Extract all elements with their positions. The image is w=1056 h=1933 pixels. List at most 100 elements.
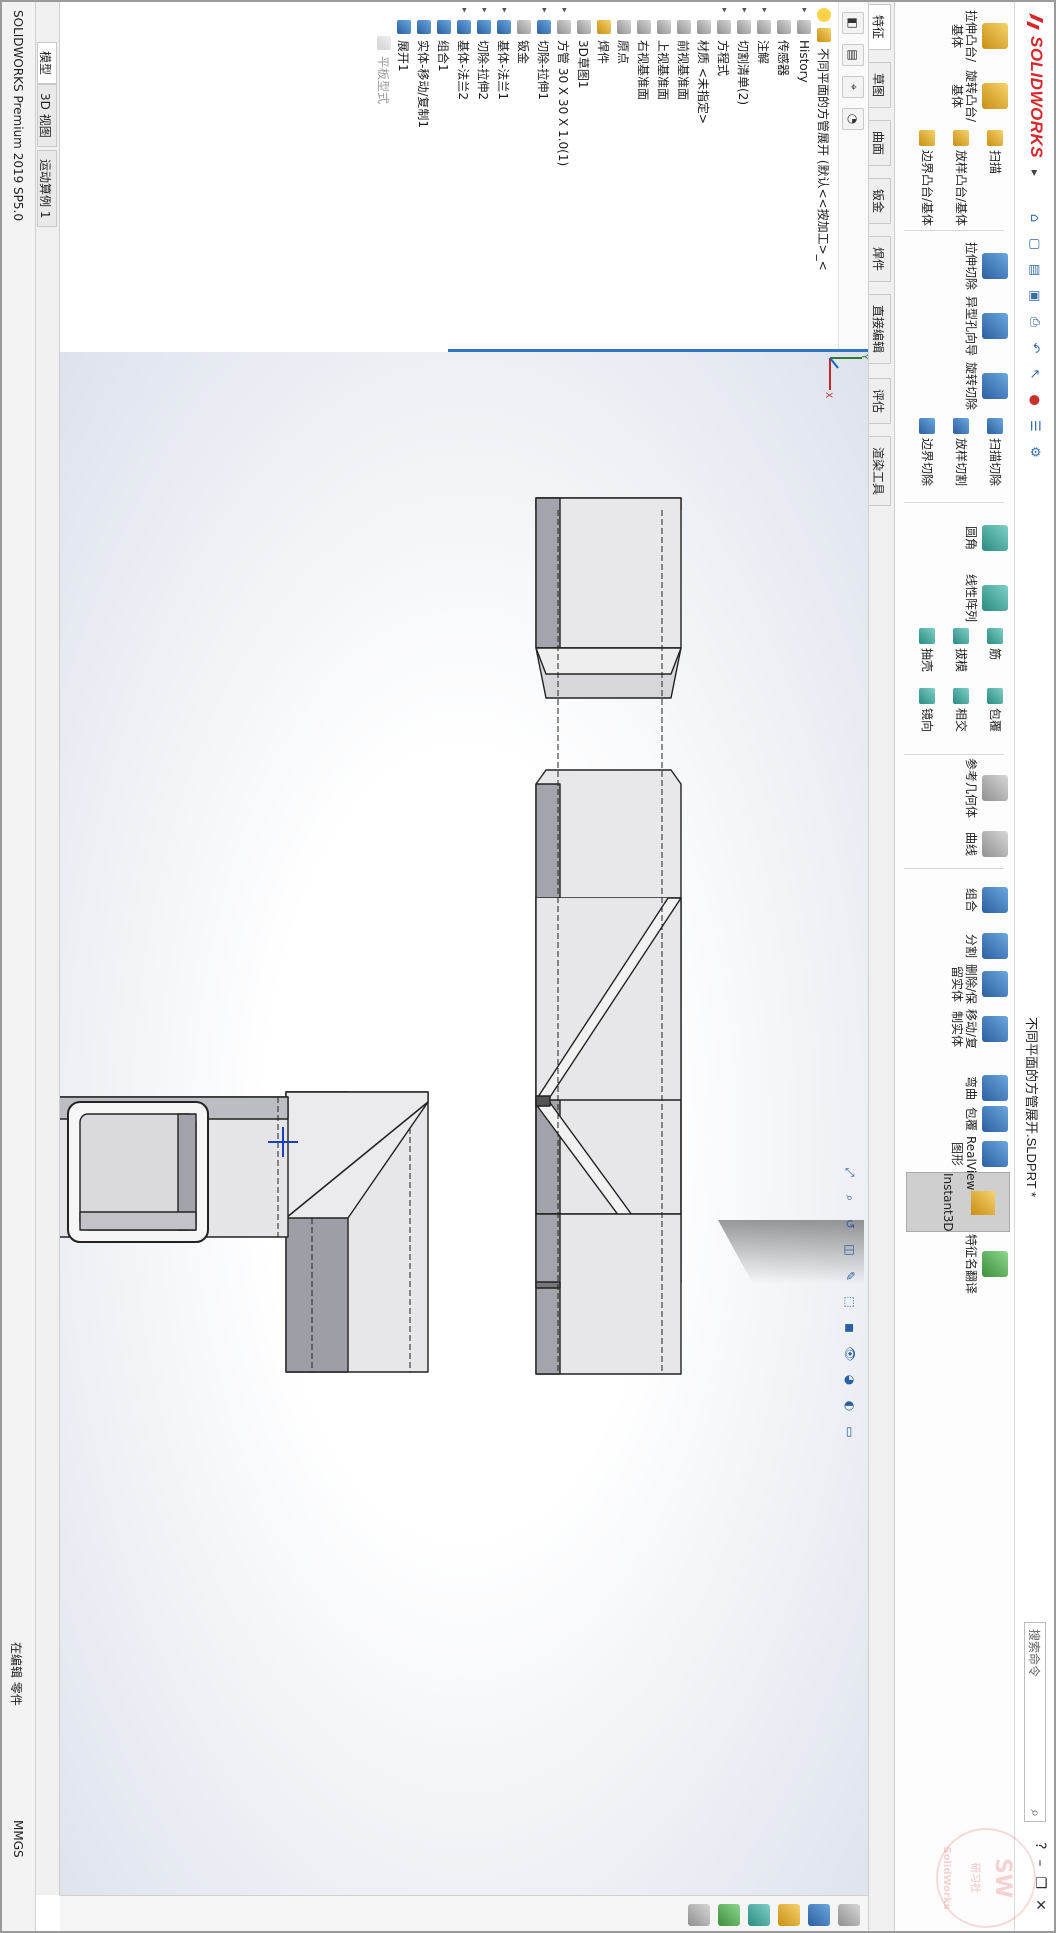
expand-icon[interactable]: ▸ <box>459 8 469 20</box>
tab-3d-views[interactable]: 3D 视图 <box>37 84 57 147</box>
configuration-manager-tab-icon[interactable]: ⌖ <box>842 76 865 98</box>
tree-item-top-plane[interactable]: 上视基准面 <box>654 8 674 349</box>
tree-root[interactable]: 不同平面的方管展开 (默认<<按加工>_< <box>814 8 834 349</box>
tab-features[interactable]: 特征 <box>869 4 891 51</box>
display-style-icon[interactable]: ◼ <box>840 1318 860 1338</box>
tab-motion-study[interactable]: 运动算例 1 <box>37 150 57 228</box>
curves-button[interactable]: 曲线 <box>964 814 1008 874</box>
tree-item-unfold1[interactable]: 展开1 <box>394 8 414 349</box>
tab-evaluate[interactable]: 评估 <box>869 378 891 425</box>
expand-icon[interactable]: ▸ <box>539 8 549 20</box>
sweep-cut-button[interactable]: 扫描切除 <box>987 418 1004 486</box>
tree-item-cut-list[interactable]: ▸ 切割清单(2) <box>734 8 754 349</box>
expand-icon[interactable]: ▸ <box>559 8 569 20</box>
rebuild-traffic-light-icon[interactable]: ● <box>1025 389 1045 411</box>
loft-boss-button[interactable]: 放样凸台/基体 <box>953 130 970 226</box>
reference-geometry-button[interactable]: 参考几何体 <box>964 758 1008 818</box>
tab-direct-editing[interactable]: 直接编辑 <box>869 294 891 365</box>
undo-icon[interactable]: ↶ <box>1025 337 1045 359</box>
view-settings-icon[interactable]: ▭ <box>840 1422 860 1442</box>
sweep-button[interactable]: 扫描 <box>987 130 1004 174</box>
tree-item-base-flange2[interactable]: ▸ 基体-法兰2 <box>454 8 474 349</box>
hole-wizard-button[interactable]: 异型孔向导 <box>964 296 1008 356</box>
tab-sheet-metal[interactable]: 钣金 <box>869 178 891 225</box>
zoom-to-fit-icon[interactable]: ⤢ <box>840 1162 860 1182</box>
tree-item-move-copy1[interactable]: 实体-移动/复制1 <box>414 8 434 349</box>
print-icon[interactable]: ⎙ <box>1025 311 1045 333</box>
tab-weldments[interactable]: 焊件 <box>869 236 891 283</box>
tree-item-combine1[interactable]: 组合1 <box>434 8 454 349</box>
search-icon[interactable]: ⌕ <box>1027 1809 1043 1817</box>
filter-icon[interactable] <box>817 8 831 22</box>
tree-item-material[interactable]: 材质 <未指定> <box>694 8 714 349</box>
new-document-icon[interactable]: ▢ <box>1025 233 1045 255</box>
tree-item-history[interactable]: ▸ History <box>794 8 814 349</box>
tab-sketch[interactable]: 草图 <box>869 62 891 109</box>
apply-scene-icon[interactable]: ◐ <box>840 1396 860 1416</box>
units-status[interactable]: MMGS <box>11 1820 25 1858</box>
hide-show-items-icon[interactable]: 👁 <box>840 1344 860 1364</box>
realview-button[interactable]: RealView 图形 <box>950 1136 1008 1190</box>
tab-model[interactable]: 模型 <box>37 42 57 85</box>
tree-item-origin[interactable]: 原点 <box>614 8 634 349</box>
mirror-button[interactable]: 镜向 <box>919 688 936 732</box>
tree-item-cut-extrude1[interactable]: ▸ 切除-拉伸1 <box>534 8 554 349</box>
tree-item-cut-extrude2[interactable]: ▸ 切除-拉伸2 <box>474 8 494 349</box>
dynamic-annotation-icon[interactable]: ✎ <box>840 1266 860 1286</box>
section-view-icon[interactable]: ◫ <box>840 1240 860 1260</box>
previous-view-icon[interactable]: ↺ <box>840 1214 860 1234</box>
display-manager-tab-icon[interactable]: ◔ <box>842 108 865 130</box>
instant3d-button[interactable]: Instant3D <box>906 1172 1010 1232</box>
options-list-icon[interactable]: ☰ <box>1025 415 1045 437</box>
feature-tree-tab-icon[interactable]: ◧ <box>842 12 865 34</box>
expand-icon[interactable]: ▸ <box>719 8 729 20</box>
tree-item-base-flange1[interactable]: ▸ 基体-法兰1 <box>494 8 514 349</box>
tab-render-tools[interactable]: 渲染工具 <box>869 436 891 507</box>
delete-keep-body-button[interactable]: 删除/保留实体 <box>950 962 1008 1006</box>
tab-surfaces[interactable]: 曲面 <box>869 120 891 167</box>
rib-button[interactable]: 筋 <box>987 628 1004 660</box>
loft-cut-button[interactable]: 放样切割 <box>953 418 970 486</box>
revolve-cut-button[interactable]: 旋转切除 <box>964 356 1008 416</box>
extrude-cut-button[interactable]: 拉伸切除 <box>964 236 1008 296</box>
gear-icon[interactable]: ⚙ <box>1025 441 1045 463</box>
boundary-cut-button[interactable]: 边界切除 <box>919 418 936 486</box>
graphics-area[interactable]: X Y <box>60 352 868 1933</box>
search-commands-input[interactable]: 搜索命令 ⌕ <box>1024 1622 1046 1822</box>
move-copy-body-button[interactable]: 移动/复制实体 <box>950 1006 1008 1052</box>
extrude-boss-button[interactable]: 拉伸凸台/基体 <box>950 6 1008 66</box>
appearances-icon[interactable] <box>718 1903 740 1926</box>
zoom-area-icon[interactable]: ⌕ <box>840 1188 860 1208</box>
property-manager-tab-icon[interactable]: ▤ <box>842 44 865 66</box>
tree-item-right-plane[interactable]: 右视基准面 <box>634 8 654 349</box>
shell-button[interactable]: 抽壳 <box>919 628 936 672</box>
save-icon[interactable]: ▣ <box>1025 285 1045 307</box>
expand-icon[interactable]: ▸ <box>499 8 509 20</box>
expand-icon[interactable]: ▸ <box>479 8 489 20</box>
tree-item-3dsketch[interactable]: 3D草图1 <box>574 8 594 349</box>
linear-pattern-button[interactable]: 线性阵列 <box>964 568 1008 628</box>
indent-button[interactable]: 包覆 <box>964 1102 1008 1136</box>
edit-appearance-icon[interactable]: ◕ <box>840 1370 860 1390</box>
revolve-boss-button[interactable]: 旋转凸台/基体 <box>950 66 1008 126</box>
open-folder-icon[interactable]: ▤ <box>1025 259 1045 281</box>
expand-icon[interactable]: ▸ <box>739 8 749 20</box>
intersect-button[interactable]: 相交 <box>953 688 970 732</box>
tree-item-equations[interactable]: ▸ 方程式 <box>714 8 734 349</box>
feature-rename-button[interactable]: 特征名翻译 <box>964 1234 1008 1294</box>
help-icon[interactable]: ? <box>1032 1842 1048 1849</box>
tree-item-sheet-metal[interactable]: 钣金 <box>514 8 534 349</box>
resources-icon[interactable] <box>838 1903 860 1926</box>
tree-item-weldment[interactable]: 焊件 <box>594 8 614 349</box>
tree-item-annotations[interactable]: ▸ 注解 <box>754 8 774 349</box>
tree-item-tube[interactable]: ▸ 方管 30 X 30 X 1.0(1) <box>554 8 574 349</box>
close-icon[interactable]: ✕ <box>1032 1899 1048 1911</box>
tree-item-flat-pattern[interactable]: 平板型式 <box>374 8 394 349</box>
custom-properties-icon[interactable] <box>688 1903 710 1926</box>
select-arrow-icon[interactable]: ↖ <box>1025 363 1045 385</box>
wrap-button[interactable]: 包覆 <box>987 688 1004 732</box>
file-explorer-icon[interactable] <box>778 1903 800 1926</box>
view-orientation-icon[interactable]: ⬚ <box>840 1292 860 1312</box>
brand-menu-arrow-icon[interactable]: ▸ <box>1028 170 1042 176</box>
home-icon[interactable]: ⌂ <box>1025 207 1045 229</box>
